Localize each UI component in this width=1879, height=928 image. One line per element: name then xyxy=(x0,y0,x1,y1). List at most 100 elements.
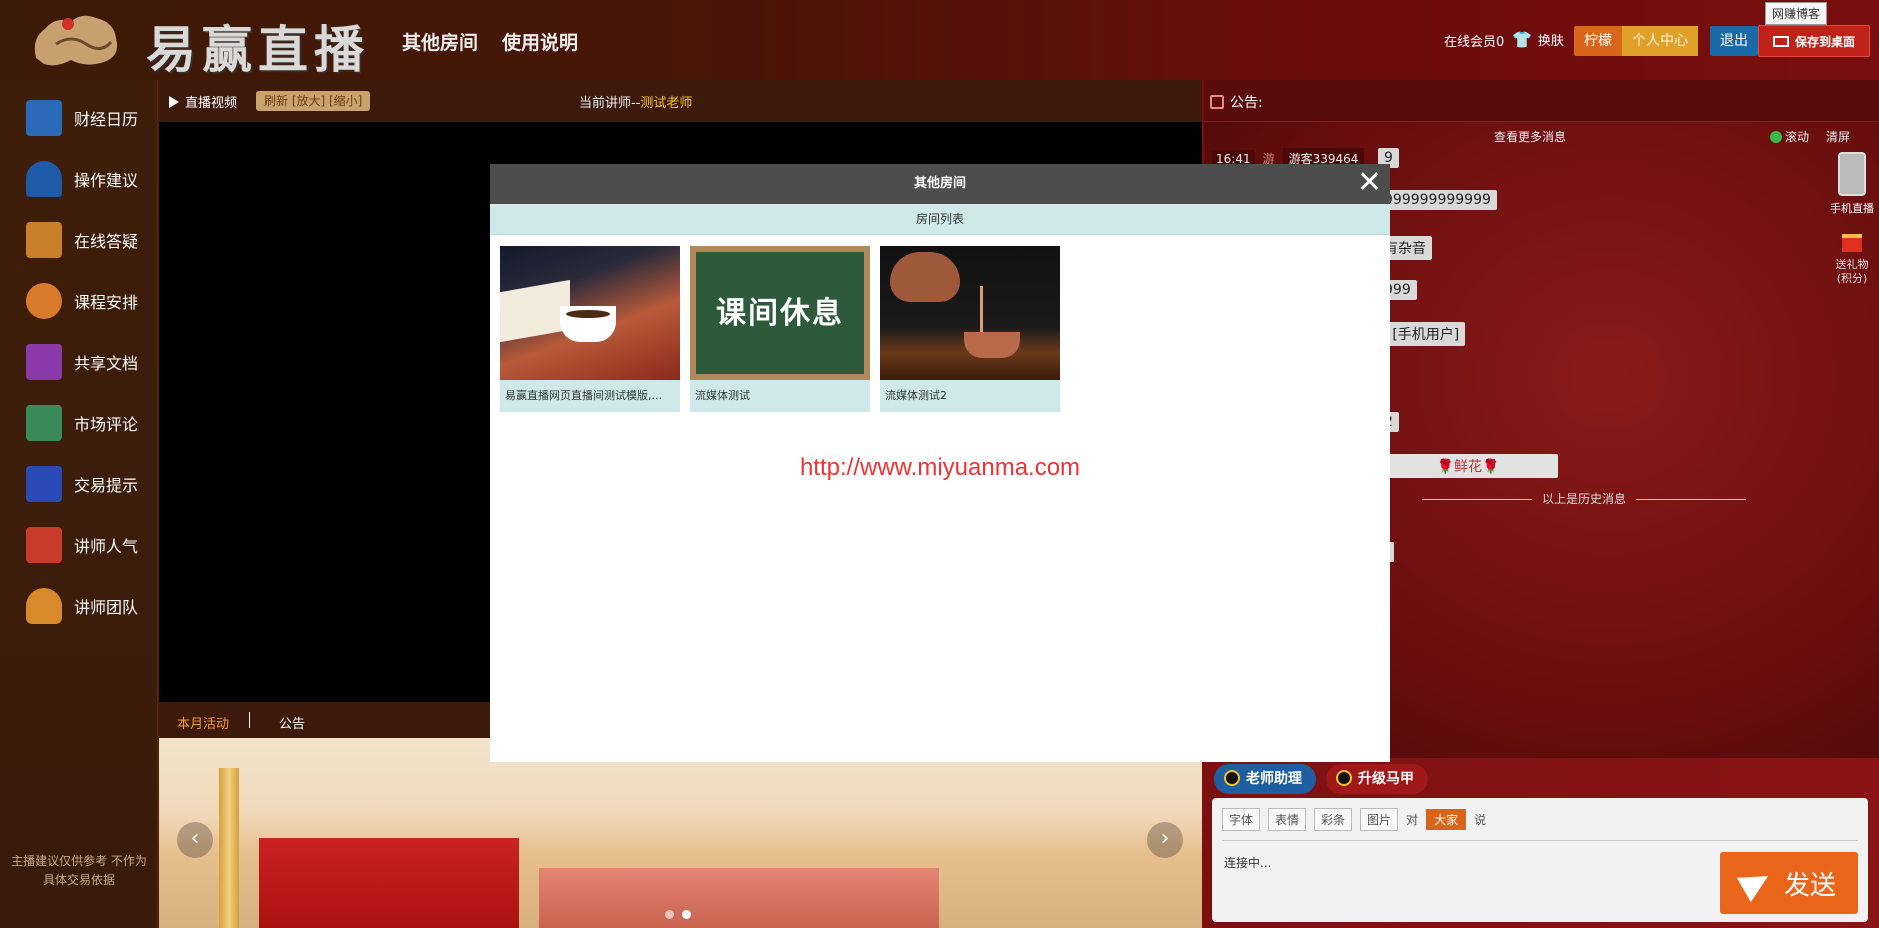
paper-plane-icon xyxy=(1736,863,1776,903)
sidebar-item-schedule[interactable]: 课程安排 xyxy=(26,278,156,324)
role1-label: 老师助理 xyxy=(1246,771,1302,787)
modal-title: 其他房间 xyxy=(913,176,966,191)
message-bubble: 🌹鲜花🌹 xyxy=(1378,454,1558,478)
sidebar: 财经日历 操作建议 在线答疑 课程安排 共享文档 市场评论 交易提示 讲师人气 … xyxy=(0,80,158,928)
sidebar-item-shared-docs[interactable]: 共享文档 xyxy=(26,339,156,385)
sidebar-item-popularity[interactable]: 讲师人气 xyxy=(26,522,156,568)
chart-icon xyxy=(26,344,62,380)
bell-icon xyxy=(26,161,62,197)
qq-icon xyxy=(1336,770,1352,786)
to-label: 对 xyxy=(1406,813,1419,827)
monitor-icon xyxy=(1772,36,1789,47)
qq-icon xyxy=(1224,770,1240,786)
message-input[interactable]: 连接中... xyxy=(1224,854,1271,871)
tooltip: 网赚博客 xyxy=(1765,2,1828,25)
tshirt-icon: 👕 xyxy=(1512,30,1532,49)
room-caption[interactable]: 易赢直播网页直播间测试模版,... xyxy=(500,380,680,412)
huabiao-pillar xyxy=(219,768,239,928)
teacher-icon xyxy=(26,283,62,319)
font-button[interactable]: 字体 xyxy=(1222,808,1261,831)
send-button[interactable]: 发送 xyxy=(1720,852,1858,914)
skin-button[interactable]: 👕 换肤 xyxy=(1512,30,1564,49)
send-gift-button[interactable]: 送礼物 (积分) xyxy=(1830,234,1874,286)
room-card[interactable]: 课间休息 流媒体测试 xyxy=(690,246,870,412)
banner-dot[interactable] xyxy=(682,910,691,919)
chat-composer: 字体 表情 彩条 图片 对 大家 说 连接中... 发送 xyxy=(1212,798,1868,922)
sidebar-item-label: 在线答疑 xyxy=(74,232,139,251)
banner-dot[interactable] xyxy=(665,910,674,919)
room-card[interactable]: 流媒体测试2 xyxy=(880,246,1060,412)
send-label: 发送 xyxy=(1783,870,1836,901)
role-buttons: 老师助理 升级马甲 xyxy=(1214,764,1428,794)
refresh-button[interactable]: 刷新 [放大] [缩小] xyxy=(256,91,371,111)
sidebar-item-label: 共享文档 xyxy=(74,354,139,373)
top-header: 易赢直播 其他房间 使用说明 在线会员0 👕 换肤 柠檬 个人中心 退出 保存到… xyxy=(0,0,1879,80)
room-thumbnail[interactable] xyxy=(880,246,1060,380)
sidebar-item-team[interactable]: 讲师团队 xyxy=(26,583,156,629)
room-thumbnail[interactable] xyxy=(500,246,680,380)
sidebar-item-calendar[interactable]: 财经日历 xyxy=(26,95,156,141)
room-thumbnail[interactable]: 课间休息 xyxy=(690,246,870,380)
banner-prev-icon[interactable]: ‹ xyxy=(177,822,213,858)
mobile-live-button[interactable]: 手机直播 xyxy=(1830,152,1874,216)
sidebar-item-label: 课程安排 xyxy=(74,293,139,312)
calendar-icon xyxy=(26,100,62,136)
video-label: 直播视频 xyxy=(169,92,237,111)
room-list-header: 房间列表 xyxy=(490,204,1390,235)
skin-label: 换肤 xyxy=(1537,34,1564,49)
tea-stream xyxy=(980,286,983,334)
banner-next-icon[interactable]: › xyxy=(1147,822,1183,858)
check-icon xyxy=(1770,131,1782,143)
recipient-select[interactable]: 大家 xyxy=(1426,809,1467,830)
save-to-desktop-button[interactable]: 保存到桌面 xyxy=(1758,25,1870,57)
tab-monthly-activity[interactable]: 本月活动 xyxy=(177,713,230,740)
person-icon xyxy=(26,588,62,624)
message-bubble: l [手机用户] xyxy=(1378,322,1466,346)
more-messages-link[interactable]: 查看更多消息 xyxy=(1494,128,1566,145)
nav-other-rooms[interactable]: 其他房间 xyxy=(402,28,478,55)
sidebar-item-trade-tips[interactable]: 交易提示 xyxy=(26,461,156,507)
books-icon xyxy=(26,405,62,441)
save-desktop-label: 保存到桌面 xyxy=(1794,35,1855,49)
announcement-bar: 公告: xyxy=(1204,80,1879,122)
chalkboard-text: 课间休息 xyxy=(716,296,844,331)
phone-icon xyxy=(1838,152,1866,196)
tab-divider xyxy=(249,712,250,728)
document-icon xyxy=(26,222,62,258)
emoji-button[interactable]: 表情 xyxy=(1268,808,1307,831)
logout-button[interactable]: 退出 xyxy=(1710,26,1758,56)
room-card[interactable]: 易赢直播网页直播间测试模版,... xyxy=(500,246,680,412)
coffee-cup-image xyxy=(560,306,616,342)
video-toolbar: 直播视频 刷新 [放大] [缩小] 当前讲师--测试老师 xyxy=(159,80,1202,122)
nav-instructions[interactable]: 使用说明 xyxy=(502,28,578,55)
sidebar-item-label: 财经日历 xyxy=(74,110,139,129)
online-count: 在线会员0 xyxy=(1444,35,1505,50)
teacher-prefix: 当前讲师-- xyxy=(579,96,641,111)
upgrade-vest-button[interactable]: 升级马甲 xyxy=(1326,764,1428,794)
clear-screen-button[interactable]: 清屏 xyxy=(1826,128,1850,145)
top-nav: 其他房间 使用说明 xyxy=(402,28,578,55)
scroll-toggle[interactable]: 滚动 xyxy=(1770,128,1809,145)
watermark-url: http://www.miyuanma.com xyxy=(799,454,1081,481)
city-skyline xyxy=(539,868,939,928)
sidebar-item-label: 操作建议 xyxy=(74,171,139,190)
disclaimer-line1: 主播建议仅供参考 不作为 xyxy=(11,854,147,868)
color-bar-button[interactable]: 彩条 xyxy=(1314,808,1353,831)
teacher-assistant-button[interactable]: 老师助理 xyxy=(1214,764,1316,794)
close-icon[interactable]: ✕ xyxy=(1357,164,1382,202)
message-bubble: 999999999999 xyxy=(1378,190,1497,210)
activity-banner: ‹ › xyxy=(159,738,1202,928)
sidebar-item-advice[interactable]: 操作建议 xyxy=(26,156,156,202)
sidebar-item-market[interactable]: 市场评论 xyxy=(26,400,156,446)
role2-label: 升级马甲 xyxy=(1358,771,1414,787)
username-button[interactable]: 柠檬 xyxy=(1574,26,1622,56)
personal-center-button[interactable]: 个人中心 xyxy=(1622,26,1698,56)
image-button[interactable]: 图片 xyxy=(1360,808,1399,831)
mobile-live-label: 手机直播 xyxy=(1830,202,1874,215)
sidebar-item-qa[interactable]: 在线答疑 xyxy=(26,217,156,263)
room-caption[interactable]: 流媒体测试2 xyxy=(880,380,1060,412)
room-caption[interactable]: 流媒体测试 xyxy=(690,380,870,412)
composer-toolbar: 字体 表情 彩条 图片 对 大家 说 xyxy=(1222,808,1486,831)
disclaimer: 主播建议仅供参考 不作为 具体交易依据 xyxy=(0,852,158,890)
tab-notice[interactable]: 公告 xyxy=(279,713,305,732)
